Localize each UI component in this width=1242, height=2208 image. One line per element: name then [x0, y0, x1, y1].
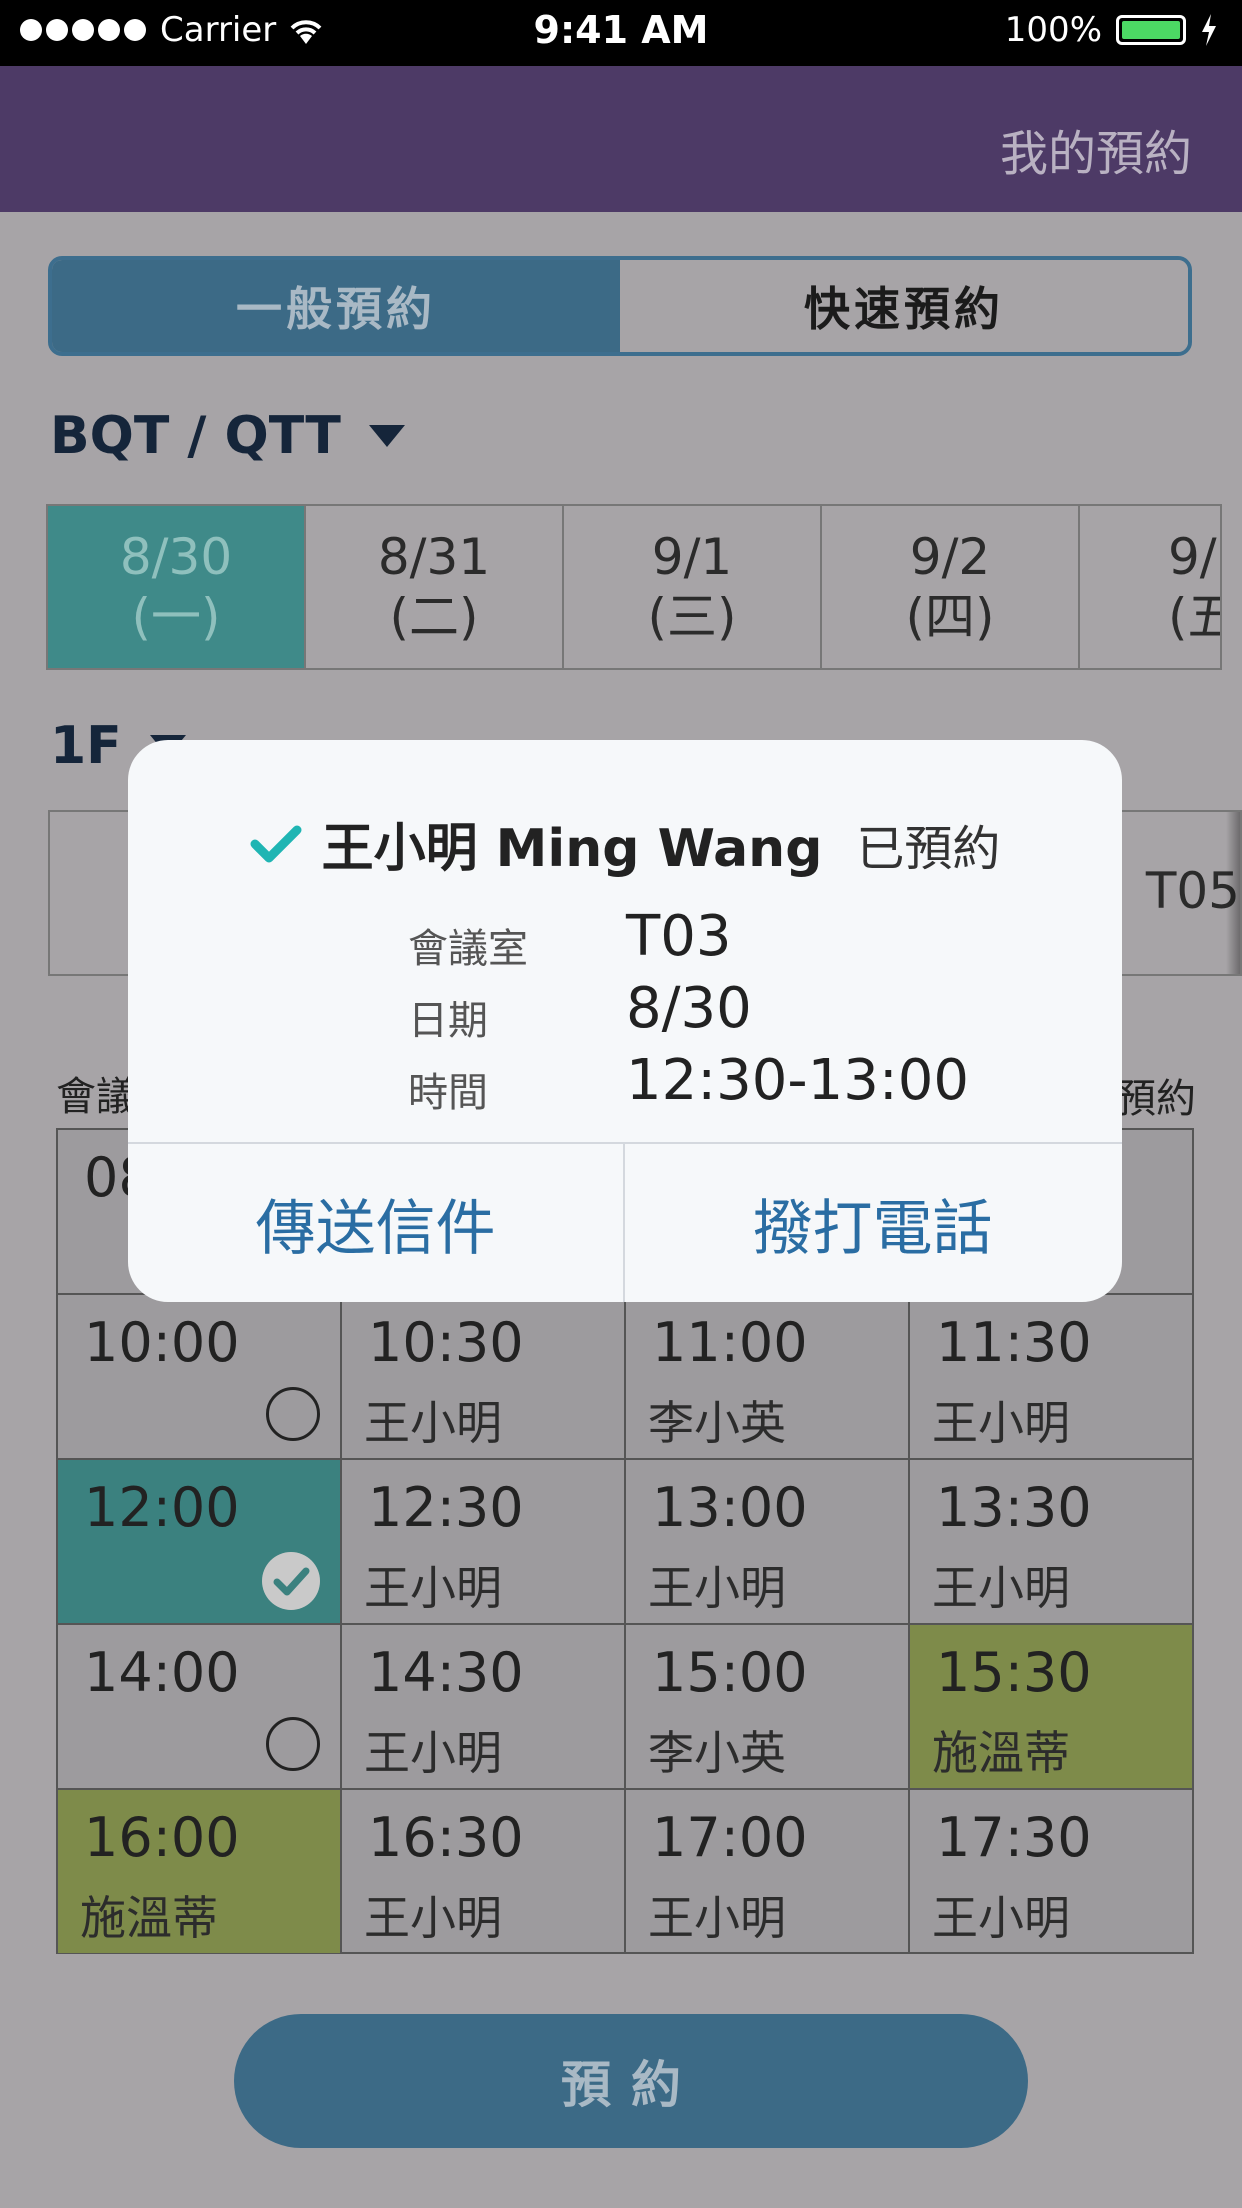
time-slot[interactable]: 14:00	[58, 1625, 340, 1788]
slot-time: 11:30	[936, 1311, 1092, 1374]
grid-row: 12:00 12:30 王小明 13:00 王小明 13:30 王小明	[58, 1458, 1192, 1623]
send-mail-button[interactable]: 傳送信件	[128, 1144, 623, 1302]
grid-row: 16:00 施溫蒂 16:30 王小明 17:00 王小明 17:30 王小明	[58, 1788, 1192, 1953]
scroll-shadow	[1226, 812, 1240, 974]
slot-time: 12:30	[368, 1476, 524, 1539]
booker-name: 王小明 Ming Wang	[321, 819, 823, 879]
slot-time: 15:00	[652, 1641, 808, 1704]
battery-percent: 100%	[1004, 10, 1102, 50]
slot-time: 10:30	[368, 1311, 524, 1374]
location-dropdown[interactable]: BQT / QTT	[50, 406, 405, 466]
date-tab[interactable]: 9/2 (四)	[820, 504, 1080, 670]
time-slot-selected[interactable]: 12:00	[58, 1460, 340, 1623]
booking-status: 已預約	[856, 820, 1001, 877]
slot-booker: 王小明	[648, 1891, 786, 1945]
time-slot[interactable]: 10:30 王小明	[340, 1295, 624, 1458]
date-tabs: 8/30(一) 8/31(二) 9/1(三) 9/2(四) 9/3(五)	[46, 504, 1222, 670]
time-value: 12:30-13:00	[626, 1048, 969, 1113]
date-tab[interactable]: 9/1 (三)	[562, 504, 822, 670]
slot-booker: 施溫蒂	[932, 1726, 1070, 1780]
date-label: 日期	[408, 998, 488, 1044]
date-tab-date: 9/3	[1168, 528, 1220, 586]
legend-left: 會議	[56, 1074, 136, 1120]
booking-detail-modal: 王小明 Ming Wang 已預約 會議室 T03 日期 8/30 時間 12:…	[128, 740, 1122, 1302]
slot-booker: 王小明	[932, 1396, 1070, 1450]
slot-time: 13:30	[936, 1476, 1092, 1539]
chevron-down-icon	[368, 425, 405, 447]
slot-time: 17:00	[652, 1806, 808, 1869]
slot-booker: 王小明	[364, 1726, 502, 1780]
date-value: 8/30	[626, 976, 752, 1041]
slot-time: 12:00	[84, 1476, 240, 1539]
slot-time: 14:30	[368, 1641, 524, 1704]
grid-row: 14:00 14:30 王小明 15:00 李小英 15:30 施溫蒂	[58, 1623, 1192, 1788]
date-tab-weekday: (三)	[647, 588, 737, 646]
time-slot-highlight[interactable]: 16:00 施溫蒂	[58, 1790, 340, 1953]
time-slot-highlight[interactable]: 15:30 施溫蒂	[908, 1625, 1192, 1788]
time-slot[interactable]: 17:30 王小明	[908, 1790, 1192, 1953]
tab-quick-booking[interactable]: 快速預約	[620, 260, 1188, 352]
date-tab[interactable]: 8/31 (二)	[304, 504, 564, 670]
slot-time: 16:30	[368, 1806, 524, 1869]
date-tab-weekday: (五)	[1168, 588, 1220, 646]
slot-booker: 王小明	[648, 1561, 786, 1615]
my-reservations-link[interactable]: 我的預約	[1000, 114, 1192, 184]
checkmark-icon	[250, 825, 302, 862]
date-tab-date: 9/2	[909, 528, 991, 586]
check-circle-icon	[262, 1552, 320, 1610]
floor-label: 1F	[50, 716, 122, 776]
slot-booker: 王小明	[364, 1891, 502, 1945]
room-label: 會議室	[408, 926, 528, 972]
radio-empty-icon	[266, 1387, 320, 1441]
time-label: 時間	[408, 1070, 488, 1116]
slot-booker: 李小英	[648, 1726, 786, 1780]
slot-booker: 王小明	[364, 1561, 502, 1615]
legend-right: 預約	[1116, 1076, 1196, 1122]
date-tab-date: 8/31	[377, 528, 491, 586]
slot-booker: 施溫蒂	[80, 1891, 218, 1945]
time-slot[interactable]: 14:30 王小明	[340, 1625, 624, 1788]
battery-indicator: 100%	[1005, 10, 1218, 50]
location-label: BQT / QTT	[50, 406, 341, 466]
slot-time: 13:00	[652, 1476, 808, 1539]
booking-mode-segment: 一般預約 快速預約	[48, 256, 1192, 356]
time-slot[interactable]: 17:00 王小明	[624, 1790, 908, 1953]
time-slot[interactable]: 11:30 王小明	[908, 1295, 1192, 1458]
battery-icon	[1116, 15, 1186, 45]
time-slot[interactable]: 10:00	[58, 1295, 340, 1458]
call-button[interactable]: 撥打電話	[625, 1144, 1120, 1302]
slot-time: 15:30	[936, 1641, 1092, 1704]
time-slot[interactable]: 12:30 王小明	[340, 1460, 624, 1623]
slot-time: 14:00	[84, 1641, 240, 1704]
slot-booker: 李小英	[648, 1396, 786, 1450]
nav-header: 我的預約	[0, 66, 1242, 212]
slot-booker: 王小明	[932, 1561, 1070, 1615]
date-tab[interactable]: 9/3(五)	[1078, 504, 1222, 670]
status-bar: Carrier 9:41 AM 100%	[0, 0, 1242, 66]
slot-time: 17:30	[936, 1806, 1092, 1869]
time-slot[interactable]: 11:00 李小英	[624, 1295, 908, 1458]
time-slot[interactable]: 13:00 王小明	[624, 1460, 908, 1623]
time-slot[interactable]: 13:30 王小明	[908, 1460, 1192, 1623]
date-tab-date: 9/1	[651, 528, 733, 586]
date-tab-weekday: (一)	[131, 588, 221, 646]
date-tab-weekday: (四)	[905, 588, 995, 646]
time-slot[interactable]: 16:30 王小明	[340, 1790, 624, 1953]
grid-row: 10:00 10:30 王小明 11:00 李小英 11:30 王小明	[58, 1293, 1192, 1458]
date-tab[interactable]: 8/30 (一)	[46, 504, 306, 670]
reserve-button[interactable]: 預約	[234, 2014, 1028, 2148]
slot-booker: 王小明	[932, 1891, 1070, 1945]
tab-general-booking[interactable]: 一般預約	[52, 260, 620, 352]
date-tab-weekday: (二)	[389, 588, 479, 646]
time-slot[interactable]: 15:00 李小英	[624, 1625, 908, 1788]
slot-booker: 王小明	[364, 1396, 502, 1450]
charging-icon	[1202, 14, 1216, 46]
radio-empty-icon	[266, 1717, 320, 1771]
slot-time: 16:00	[84, 1806, 240, 1869]
room-value: T03	[626, 904, 732, 969]
slot-time: 11:00	[652, 1311, 808, 1374]
modal-header: 王小明 Ming Wang 已預約	[128, 806, 1122, 881]
slot-time: 10:00	[84, 1311, 240, 1374]
date-tab-date: 8/30	[119, 528, 233, 586]
